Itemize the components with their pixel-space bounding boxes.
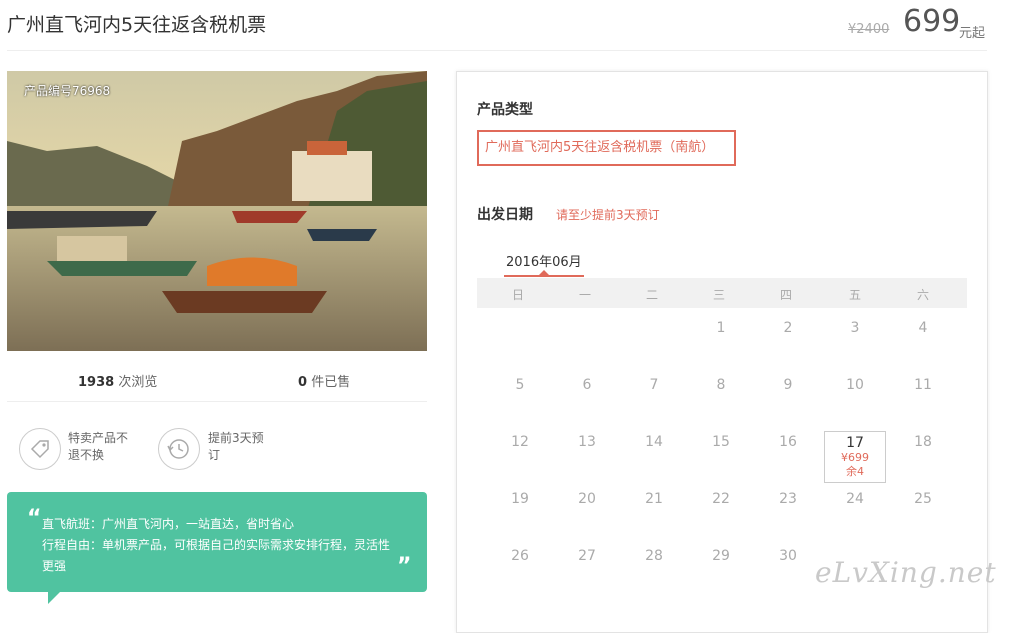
calendar-day: 28 — [645, 548, 663, 564]
calendar-day: 20 — [578, 491, 596, 507]
open-quote: “ — [27, 506, 42, 531]
calendar-day: 22 — [712, 491, 730, 507]
calendar-day: 2 — [783, 320, 793, 336]
calendar-day: 6 — [582, 377, 592, 393]
sold-stat: 0 件已售 — [298, 371, 350, 390]
weekday-sat: 六 — [916, 288, 929, 302]
price-unit: 元起 — [959, 26, 986, 41]
calendar-day: 5 — [515, 377, 525, 393]
tag-icon — [19, 428, 61, 470]
calendar-day: 18 — [914, 434, 932, 450]
site-watermark: eLvXing.net — [815, 556, 997, 589]
feature-no-refund: 特卖产品不 退不换 — [68, 430, 128, 464]
feature-book-ahead-line1: 提前3天预 — [208, 431, 264, 445]
calendar-day: 14 — [645, 434, 663, 450]
views-count: 1938 — [78, 375, 115, 390]
product-type-option[interactable]: 广州直飞河内5天往返含税机票（南航） — [477, 130, 736, 166]
weekday-fri: 五 — [848, 288, 861, 302]
weekday-thu: 四 — [779, 288, 792, 302]
calendar-day: 9 — [783, 377, 793, 393]
departure-date-title: 出发日期 — [477, 207, 533, 223]
calendar-day: 24 — [846, 491, 864, 507]
highlight-line2: 行程自由：单机票产品，可根据自己的实际需求安排行程，灵活性 — [42, 538, 391, 552]
calendar-day: 21 — [645, 491, 663, 507]
calendar-day: 12 — [511, 434, 529, 450]
calendar-day: 29 — [712, 548, 730, 564]
available-day-number: 17 — [846, 435, 864, 451]
calendar-day: 4 — [918, 320, 928, 336]
available-day-price: ¥699 — [841, 451, 869, 464]
weekday-wed: 三 — [712, 288, 725, 302]
highlight-text: 直飞航班：广州直飞河内，一站直达，省时省心 行程自由：单机票产品，可根据自己的实… — [42, 514, 390, 577]
month-tab-underline — [504, 275, 584, 277]
feature-book-ahead-line2: 订 — [208, 448, 221, 462]
calendar-day: 3 — [850, 320, 860, 336]
calendar-day: 25 — [914, 491, 932, 507]
feature-no-refund-line1: 特卖产品不 — [68, 431, 129, 445]
calendar-day: 10 — [846, 377, 864, 393]
highlight-box-pointer — [48, 592, 60, 604]
calendar-day: 19 — [511, 491, 529, 507]
views-stat: 1938 次浏览 — [78, 371, 157, 390]
highlight-line3: 更强 — [42, 559, 67, 573]
calendar-day: 23 — [779, 491, 797, 507]
calendar-day: 26 — [511, 548, 529, 564]
calendar-day: 30 — [779, 548, 797, 564]
sold-label: 件已售 — [311, 375, 351, 390]
highlight-box: “ 直飞航班：广州直飞河内，一站直达，省时省心 行程自由：单机票产品，可根据自己… — [7, 492, 427, 592]
product-photo — [7, 71, 427, 351]
available-day-remaining: 余4 — [846, 465, 864, 478]
feature-book-ahead: 提前3天预 订 — [208, 430, 264, 464]
stats-divider — [7, 401, 427, 402]
sold-count: 0 — [298, 375, 308, 390]
month-tab-caret — [539, 270, 549, 275]
original-price: ¥2400 — [848, 22, 890, 37]
calendar-day: 15 — [712, 434, 730, 450]
product-code-label: 产品编号76968 — [24, 84, 111, 98]
calendar-day: 8 — [716, 377, 726, 393]
clock-history-icon — [158, 428, 200, 470]
product-type-title: 产品类型 — [477, 102, 533, 118]
calendar-day: 13 — [578, 434, 596, 450]
page-title: 广州直飞河内5天往返含税机票 — [7, 14, 267, 36]
calendar-day: 27 — [578, 548, 596, 564]
close-quote: ” — [397, 554, 412, 579]
calendar-day-available[interactable]: 17 ¥699 余4 — [824, 431, 886, 483]
weekday-sun: 日 — [511, 288, 524, 302]
calendar-day: 7 — [649, 377, 659, 393]
calendar-day: 1 — [716, 320, 726, 336]
calendar-day: 16 — [779, 434, 797, 450]
header-divider — [7, 50, 987, 51]
views-label: 次浏览 — [118, 375, 158, 390]
weekday-mon: 一 — [578, 288, 591, 302]
date-hint: 请至少提前3天预订 — [556, 208, 660, 222]
calendar-day: 11 — [914, 377, 932, 393]
weekday-tue: 二 — [645, 288, 658, 302]
feature-no-refund-line2: 退不换 — [68, 448, 105, 462]
highlight-line1: 直飞航班：广州直飞河内，一站直达，省时省心 — [42, 517, 295, 531]
current-price: 699 — [903, 4, 961, 39]
month-tab[interactable]: 2016年06月 — [506, 251, 582, 270]
